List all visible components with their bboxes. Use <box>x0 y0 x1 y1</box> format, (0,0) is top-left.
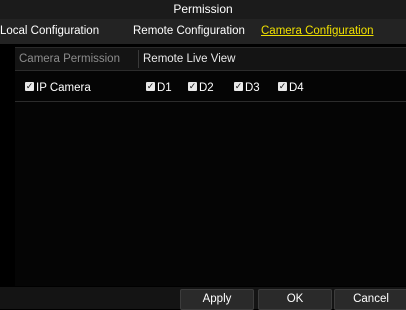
ip-camera-label: IP Camera <box>36 82 91 94</box>
channel-d3-checkbox[interactable]: ✓ D3 <box>234 75 260 101</box>
tab-local-configuration[interactable]: Local Configuration <box>0 19 99 44</box>
checkbox-checked-icon: ✓ <box>278 81 287 92</box>
ip-camera-row: ✓ IP Camera ✓ D1 ✓ D2 ✓ D3 ✓ D4 <box>15 75 406 102</box>
camera-permission-label: Camera Permission <box>19 53 120 65</box>
channel-d3-label: D3 <box>245 82 260 94</box>
button-bar: Apply OK Cancel <box>0 287 406 310</box>
cancel-button[interactable]: Cancel <box>334 289 406 310</box>
channel-d1-label: D1 <box>157 82 172 94</box>
channel-d4-checkbox[interactable]: ✓ D4 <box>278 75 304 101</box>
checkbox-checked-icon: ✓ <box>188 81 197 92</box>
channel-d2-checkbox[interactable]: ✓ D2 <box>188 75 214 101</box>
tab-bar: Local Configuration Remote Configuration… <box>0 19 406 44</box>
checkbox-checked-icon: ✓ <box>234 81 243 92</box>
tab-remote-configuration[interactable]: Remote Configuration <box>133 19 245 44</box>
ok-button[interactable]: OK <box>258 289 332 310</box>
column-divider <box>138 50 139 68</box>
channel-d2-label: D2 <box>199 82 214 94</box>
tab-camera-configuration[interactable]: Camera Configuration <box>261 19 374 44</box>
camera-permission-value[interactable]: Remote Live View <box>143 48 235 70</box>
apply-button[interactable]: Apply <box>180 289 254 310</box>
dialog-title: Permission <box>0 0 406 19</box>
ip-camera-checkbox[interactable]: ✓ IP Camera <box>25 75 91 101</box>
permission-dialog: Permission Local Configuration Remote Co… <box>0 0 406 310</box>
channel-d1-checkbox[interactable]: ✓ D1 <box>146 75 172 101</box>
checkbox-checked-icon: ✓ <box>146 81 155 92</box>
checkbox-checked-icon: ✓ <box>25 81 34 92</box>
camera-permission-panel: Camera Permission Remote Live View ✓ IP C… <box>15 47 406 286</box>
permission-row: Camera Permission Remote Live View <box>15 48 406 71</box>
channel-d4-label: D4 <box>289 82 304 94</box>
